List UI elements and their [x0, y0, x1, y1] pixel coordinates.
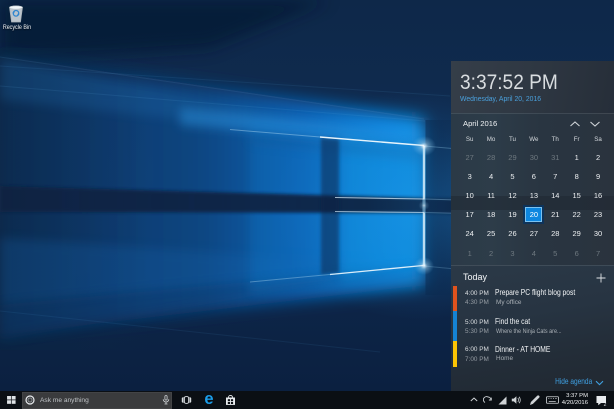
- svg-text:2: 2: [604, 402, 607, 407]
